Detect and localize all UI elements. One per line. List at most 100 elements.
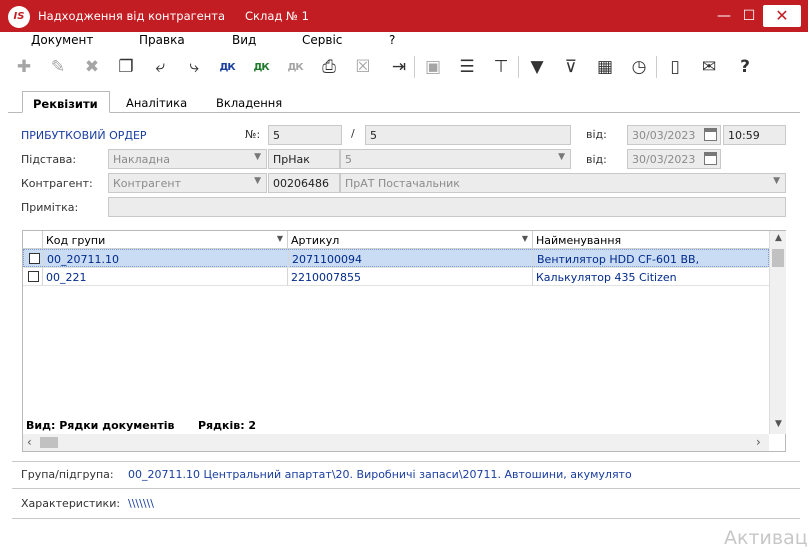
minimize-button[interactable]: — [712,4,736,28]
table-row[interactable]: 00_20711.10 2071100094 Вентилятор HDD CF… [23,249,769,268]
chevron-down-icon[interactable]: ▼ [277,234,283,243]
note-field[interactable] [108,197,786,217]
characteristics-value: \\\\\\\ [128,497,154,510]
cell-name: Вентилятор HDD CF-601 BB, [534,250,768,268]
column-header-article[interactable]: Артикул ▼ [288,231,533,249]
basis-label: Підстава: [21,153,77,166]
list-icon[interactable]: ☰ [454,54,480,80]
contractor-type-select[interactable]: Контрагент ▼ [108,173,267,193]
title-bar: IS Надходження від контрагента Склад № 1… [0,0,808,32]
hierarchy-icon[interactable]: ⊤ [488,54,514,80]
scroll-thumb[interactable] [772,249,784,267]
cell-group: 00_221 [43,268,288,286]
date2-field[interactable]: 30/03/2023 [627,149,721,169]
calendar-icon[interactable] [704,152,717,165]
prnak-label: ПрНак [268,149,340,169]
contractor-type-value: Контрагент [113,177,182,190]
scroll-up-icon[interactable]: ▲ [770,233,787,243]
tab-analytics[interactable]: Аналітика [116,91,197,113]
activation-watermark: Активаци [724,527,808,549]
date-value: 30/03/2023 [632,129,696,142]
maximize-button[interactable]: ☐ [737,4,761,28]
save-icon[interactable]: ▣ [420,54,446,80]
row-checkbox[interactable] [28,271,39,282]
view-status: Вид: Рядки документів [26,419,175,432]
menu-edit[interactable]: Правка [139,33,185,47]
basis-value: Накладна [113,153,170,166]
contractor-code-field[interactable]: 00206486 [268,173,340,193]
app-logo-icon: IS [8,6,30,28]
basis-select[interactable]: Накладна ▼ [108,149,267,169]
number-slash: / [351,127,355,140]
dk-debit-icon[interactable]: ДК [214,54,240,80]
scroll-left-icon[interactable]: ‹ [27,435,32,449]
calendar-icon[interactable] [704,128,717,141]
contractor-name-select[interactable]: ПрАТ Постачальник ▼ [340,173,786,193]
date-field[interactable]: 30/03/2023 [627,125,721,145]
table-row[interactable]: 00_221 2210007855 Калькулятор 435 Citize… [23,268,769,286]
row-checkbox-cell [24,250,44,268]
tab-attachments[interactable]: Вкладення [206,91,292,113]
import-icon[interactable]: ⤶ [147,54,173,80]
prnak-select[interactable]: 5 ▼ [340,149,571,169]
header-check-column [23,231,43,249]
mail-icon[interactable]: ✉ [696,54,722,80]
number2-field[interactable]: 5 [365,125,571,145]
delete-doc-icon[interactable]: ✖ [79,54,105,80]
toolbar: ✚ ✎ ✖ ❐ ⤶ ⤷ ДК ДК ДК ⎙ ☒ ⇥ ▣ ☰ ⊤ ▼ ⊽ ▦ ◷… [0,50,808,84]
notebook-icon[interactable]: ▯ [662,54,688,80]
tab-requisites[interactable]: Реквізити [22,91,110,113]
menu-view[interactable]: Вид [232,33,256,47]
scroll-thumb[interactable] [40,437,58,448]
help-icon[interactable]: ? [732,54,758,80]
menu-bar: Документ Правка Вид Сервіс ? [0,32,808,50]
export-icon[interactable]: ⤷ [181,54,207,80]
divider [12,461,800,462]
note-label: Примітка: [21,201,79,214]
exit-icon[interactable]: ⇥ [386,54,412,80]
number-field[interactable]: 5 [268,125,342,145]
rows-count: Рядків: 2 [198,419,257,432]
copy-icon[interactable]: ❐ [113,54,139,80]
chevron-down-icon: ▼ [254,176,261,186]
row-checkbox[interactable] [29,253,40,264]
time-field[interactable]: 10:59 [723,125,786,145]
number-label: №: [245,128,261,141]
contractor-label: Контрагент: [21,177,93,190]
menu-service[interactable]: Сервіс [302,33,342,47]
date-label: від: [586,128,607,141]
doc-type-label: ПРИБУТКОВИЙ ОРДЕР [21,129,147,142]
clear-filter-icon[interactable]: ⊽ [558,54,584,80]
close-button[interactable]: ✕ [763,5,801,27]
date2-label: від: [586,153,607,166]
chevron-down-icon: ▼ [254,152,261,162]
divider [12,488,800,489]
menu-document[interactable]: Документ [31,33,93,47]
edit-doc-icon[interactable]: ✎ [45,54,71,80]
divider [12,518,800,519]
history-icon[interactable]: ◷ [626,54,652,80]
column-header-group[interactable]: Код групи ▼ [43,231,288,249]
print-icon[interactable]: ⎙ [316,54,342,80]
cell-article: 2210007855 [288,268,533,286]
filter-icon[interactable]: ▼ [524,54,550,80]
dk-credit-icon[interactable]: ДК [248,54,274,80]
cell-name: Калькулятор 435 Citizen [533,268,769,286]
grid-header: Код групи ▼ Артикул ▼ Найменування [23,231,769,249]
prnak-value: 5 [345,153,352,166]
add-doc-icon[interactable]: ✚ [11,54,37,80]
table-icon[interactable]: ▦ [592,54,618,80]
chevron-down-icon[interactable]: ▼ [522,234,528,243]
excel-icon[interactable]: ☒ [350,54,376,80]
vertical-scrollbar[interactable]: ▲ ▼ [769,231,786,434]
scroll-down-icon[interactable]: ▼ [770,419,787,429]
scroll-right-icon[interactable]: › [756,435,761,449]
window-title: Надходження від контрагента [38,9,225,23]
toolbar-separator [518,56,519,78]
column-header-name[interactable]: Найменування [533,231,769,249]
menu-help[interactable]: ? [389,33,395,47]
window-subtitle: Склад № 1 [245,9,309,23]
dk-disabled-icon[interactable]: ДК [282,54,308,80]
horizontal-scrollbar[interactable]: ‹ › [23,434,769,451]
cell-group: 00_20711.10 [44,250,289,268]
